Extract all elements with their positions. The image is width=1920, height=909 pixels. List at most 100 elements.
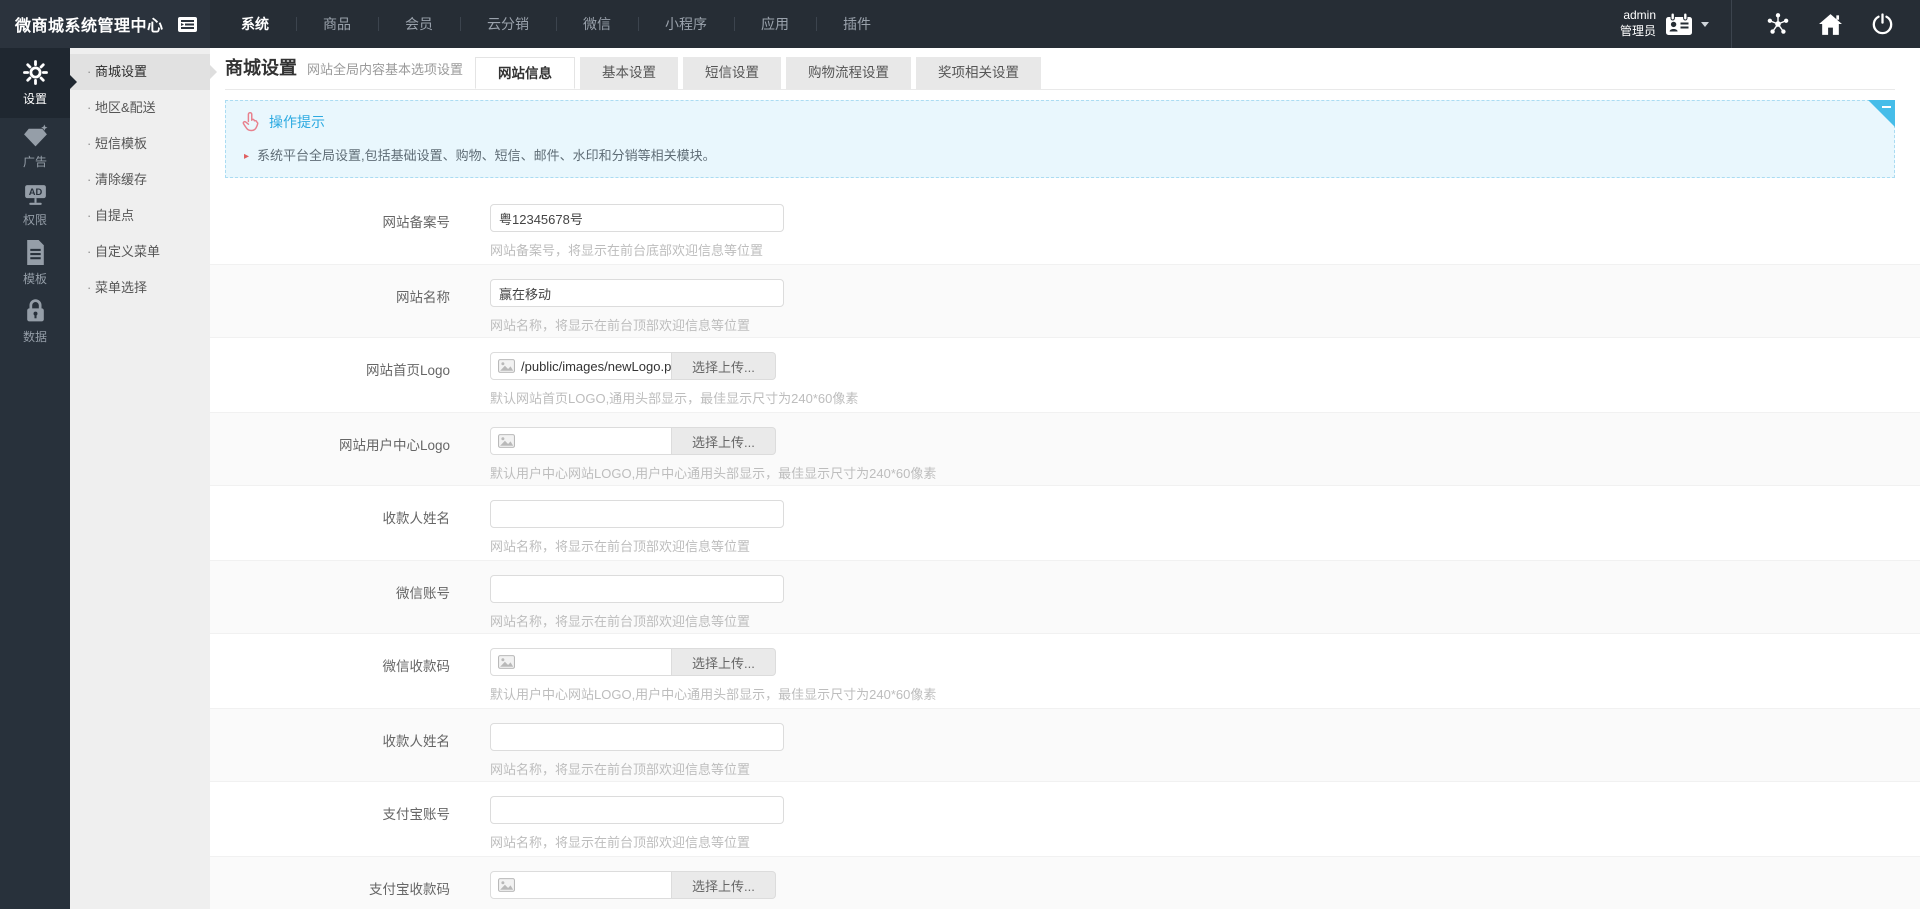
- upload-path-usercenter-logo[interactable]: [490, 427, 672, 455]
- user-name: admin: [1620, 8, 1656, 24]
- ad-board-icon: AD: [22, 182, 49, 207]
- input-alipay-account[interactable]: [490, 796, 784, 824]
- gear-icon: [22, 59, 49, 86]
- nav-item-apps[interactable]: 应用: [734, 0, 816, 48]
- tip-collapse-corner[interactable]: [1868, 100, 1895, 127]
- upload-path-wechat-pay-qr[interactable]: [490, 648, 672, 676]
- logo-block: 微商城系统管理中心: [0, 0, 210, 48]
- sidebar-item-settings[interactable]: 设置: [0, 48, 70, 118]
- field-hint-site-name: 网站名称，将显示在前台顶部欢迎信息等位置: [490, 315, 784, 334]
- field-label-payee-name-2: 收款人姓名: [210, 709, 472, 781]
- hand-icon: [241, 111, 260, 132]
- upload-button-usercenter-logo[interactable]: 选择上传...: [672, 427, 776, 455]
- submenu-item-mall-settings[interactable]: 商城设置: [70, 54, 210, 90]
- sidebar-item-label: 权限: [23, 211, 47, 228]
- field-hint-payee-name-2: 网站名称，将显示在前台顶部欢迎信息等位置: [490, 759, 784, 778]
- tip-text: 系统平台全局设置,包括基础设置、购物、短信、邮件、水印和分销等相关模块。: [241, 145, 1864, 164]
- form-row-payee-name-2: 收款人姓名网站名称，将显示在前台顶部欢迎信息等位置: [210, 708, 1920, 782]
- sidebar-item-label: 广告: [23, 153, 47, 170]
- image-icon: [498, 878, 515, 892]
- field-label-alipay-account: 支付宝账号: [210, 782, 472, 856]
- power-icon[interactable]: [1856, 0, 1908, 48]
- field-label-payee-name-1: 收款人姓名: [210, 486, 472, 560]
- image-icon: [498, 359, 515, 373]
- field-label-alipay-pay-qr: 支付宝收款码: [210, 857, 472, 909]
- tab-bar: 网站信息基本设置短信设置购物流程设置奖项相关设置: [475, 57, 1046, 89]
- image-icon: [498, 655, 515, 669]
- rail-active-arrow: [70, 75, 77, 89]
- hub-icon[interactable]: [1752, 0, 1804, 48]
- lock-icon: [23, 297, 48, 324]
- tab-prize-settings[interactable]: 奖项相关设置: [916, 57, 1041, 89]
- submenu-item-clear-cache[interactable]: 清除缓存: [70, 162, 210, 198]
- sidebar-item-templates[interactable]: 模板: [0, 234, 70, 292]
- form-row-alipay-account: 支付宝账号网站名称，将显示在前台顶部欢迎信息等位置: [210, 782, 1920, 856]
- user-menu[interactable]: admin 管理员: [1620, 8, 1709, 39]
- upload-button-wechat-pay-qr[interactable]: 选择上传...: [672, 648, 776, 676]
- top-nav: 系统商品会员云分销微信小程序应用插件: [214, 0, 898, 48]
- form-row-payee-name-1: 收款人姓名网站名称，将显示在前台顶部欢迎信息等位置: [210, 486, 1920, 560]
- main-content: 商城设置 网站全局内容基本选项设置 网站信息基本设置短信设置购物流程设置奖项相关…: [210, 48, 1920, 909]
- document-icon: [23, 239, 48, 266]
- form-row-wechat-account: 微信账号网站名称，将显示在前台顶部欢迎信息等位置: [210, 560, 1920, 634]
- form-row-site-name: 网站名称网站名称，将显示在前台顶部欢迎信息等位置: [210, 264, 1920, 338]
- field-label-wechat-pay-qr: 微信收款码: [210, 634, 472, 708]
- upload-path-alipay-pay-qr[interactable]: [490, 871, 672, 899]
- tab-sms-settings[interactable]: 短信设置: [683, 57, 781, 89]
- submenu-item-custom-menu[interactable]: 自定义菜单: [70, 234, 210, 270]
- idcard-icon: [1665, 12, 1693, 36]
- nav-item-members[interactable]: 会员: [378, 0, 460, 48]
- field-label-usercenter-logo: 网站用户中心Logo: [210, 413, 472, 485]
- settings-form: 网站备案号网站备案号，将显示在前台底部欢迎信息等位置网站名称网站名称，将显示在前…: [210, 190, 1920, 909]
- sidebar-item-ads[interactable]: 广告: [0, 118, 70, 176]
- page-title: 商城设置: [225, 54, 297, 89]
- topbar: 微商城系统管理中心 系统商品会员云分销微信小程序应用插件 admin 管理员: [0, 0, 1920, 48]
- input-site-name[interactable]: [490, 279, 784, 307]
- nav-item-plugins[interactable]: 插件: [816, 0, 898, 48]
- form-row-wechat-pay-qr: 微信收款码 选择上传... 默认用户中心网站LOGO,用户中心通用头部显示，最佳显示…: [210, 634, 1920, 708]
- input-icp-number[interactable]: [490, 204, 784, 232]
- upload-button-alipay-pay-qr[interactable]: 选择上传...: [672, 871, 776, 899]
- user-role: 管理员: [1620, 24, 1656, 40]
- nav-item-miniprogram[interactable]: 小程序: [638, 0, 734, 48]
- tip-box: 操作提示 系统平台全局设置,包括基础设置、购物、短信、邮件、水印和分销等相关模块…: [225, 100, 1895, 178]
- upload-path-site-home-logo[interactable]: /public/images/newLogo.pn: [490, 352, 672, 380]
- topbar-right: admin 管理员: [1620, 0, 1920, 48]
- caret-down-icon: [1701, 22, 1709, 27]
- sidebar-rail: 设置广告 AD 权限模板数据: [0, 48, 70, 909]
- sidebar-submenu: 商城设置地区&配送短信模板清除缓存自提点自定义菜单菜单选择: [70, 48, 210, 909]
- submenu-item-region-shipping[interactable]: 地区&配送: [70, 90, 210, 126]
- upload-button-site-home-logo[interactable]: 选择上传...: [672, 352, 776, 380]
- nav-item-cloud-distribution[interactable]: 云分销: [460, 0, 556, 48]
- tab-shopping-flow[interactable]: 购物流程设置: [786, 57, 911, 89]
- submenu-item-menu-select[interactable]: 菜单选择: [70, 270, 210, 306]
- nav-item-goods[interactable]: 商品: [296, 0, 378, 48]
- upload-value: /public/images/newLogo.pn: [521, 359, 672, 374]
- field-hint-site-home-logo: 默认网站首页LOGO,通用头部显示，最佳显示尺寸为240*60像素: [490, 388, 858, 407]
- submenu-item-pickup-point[interactable]: 自提点: [70, 198, 210, 234]
- input-payee-name-2[interactable]: [490, 723, 784, 751]
- form-row-site-home-logo: 网站首页Logo/public/images/newLogo.pn选择上传...…: [210, 338, 1920, 412]
- tab-basic-settings[interactable]: 基本设置: [580, 57, 678, 89]
- sidebar-item-permissions[interactable]: AD 权限: [0, 176, 70, 234]
- field-hint-icp-number: 网站备案号，将显示在前台底部欢迎信息等位置: [490, 240, 784, 259]
- topbar-divider: [1731, 0, 1732, 48]
- form-row-icp-number: 网站备案号网站备案号，将显示在前台底部欢迎信息等位置: [210, 190, 1920, 264]
- tab-site-info[interactable]: 网站信息: [475, 57, 575, 89]
- input-wechat-account[interactable]: [490, 575, 784, 603]
- home-icon[interactable]: [1804, 0, 1856, 48]
- submenu-item-sms-template[interactable]: 短信模板: [70, 126, 210, 162]
- diamond-icon: [22, 124, 49, 149]
- input-payee-name-1[interactable]: [490, 500, 784, 528]
- tip-lines: 系统平台全局设置,包括基础设置、购物、短信、邮件、水印和分销等相关模块。: [241, 145, 1864, 164]
- nav-item-system[interactable]: 系统: [214, 0, 296, 48]
- submenu-active-arrow: [210, 65, 217, 79]
- nav-item-wechat[interactable]: 微信: [556, 0, 638, 48]
- app-title: 微商城系统管理中心: [15, 12, 164, 36]
- page-subtitle: 网站全局内容基本选项设置: [307, 59, 463, 89]
- field-hint-payee-name-1: 网站名称，将显示在前台顶部欢迎信息等位置: [490, 536, 784, 555]
- menu-collapse-icon[interactable]: [178, 17, 197, 32]
- field-label-site-home-logo: 网站首页Logo: [210, 338, 472, 412]
- field-hint-wechat-pay-qr: 默认用户中心网站LOGO,用户中心通用头部显示，最佳显示尺寸为240*60像素: [490, 684, 936, 703]
- sidebar-item-data[interactable]: 数据: [0, 292, 70, 350]
